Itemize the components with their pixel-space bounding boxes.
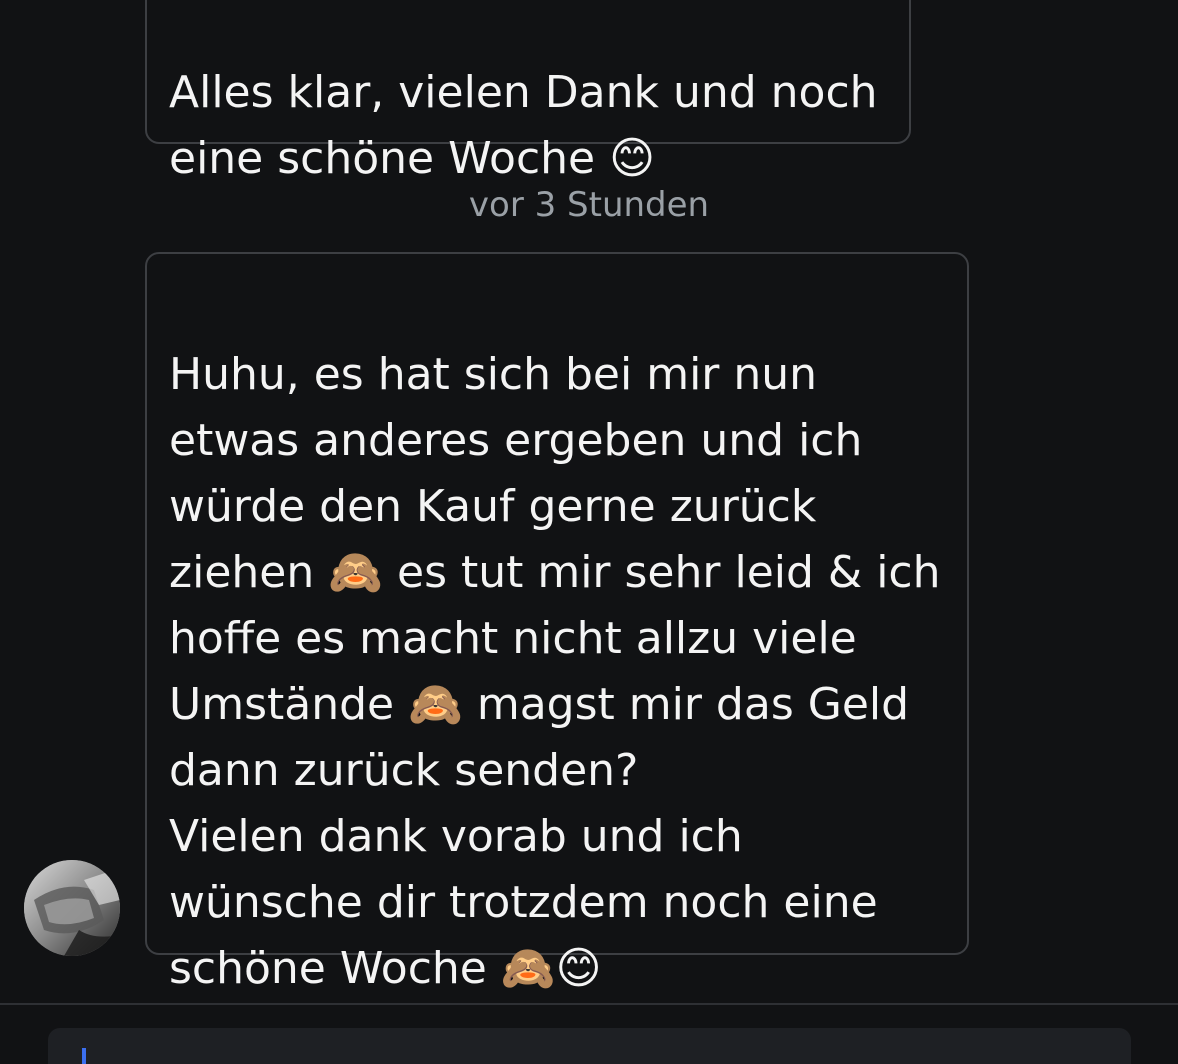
message-composer[interactable]	[48, 1028, 1131, 1064]
user-photo-avatar-icon	[24, 860, 120, 956]
composer-divider	[0, 1003, 1178, 1005]
text-caret	[82, 1048, 86, 1064]
chat-view: Alles klar, vielen Dank und noch eine sc…	[0, 0, 1178, 1064]
message-timestamp: vor 3 Stunden	[468, 185, 710, 225]
message-bubble-outgoing: Huhu, es hat sich bei mir nun etwas ande…	[145, 252, 969, 994]
message-text: Alles klar, vielen Dank und noch eine sc…	[169, 67, 878, 184]
message-bubble-incoming: Alles klar, vielen Dank und noch eine sc…	[145, 0, 911, 184]
avatar[interactable]	[24, 860, 120, 956]
message-text: Huhu, es hat sich bei mir nun etwas ande…	[169, 349, 941, 994]
message-input[interactable]	[94, 1038, 1098, 1064]
